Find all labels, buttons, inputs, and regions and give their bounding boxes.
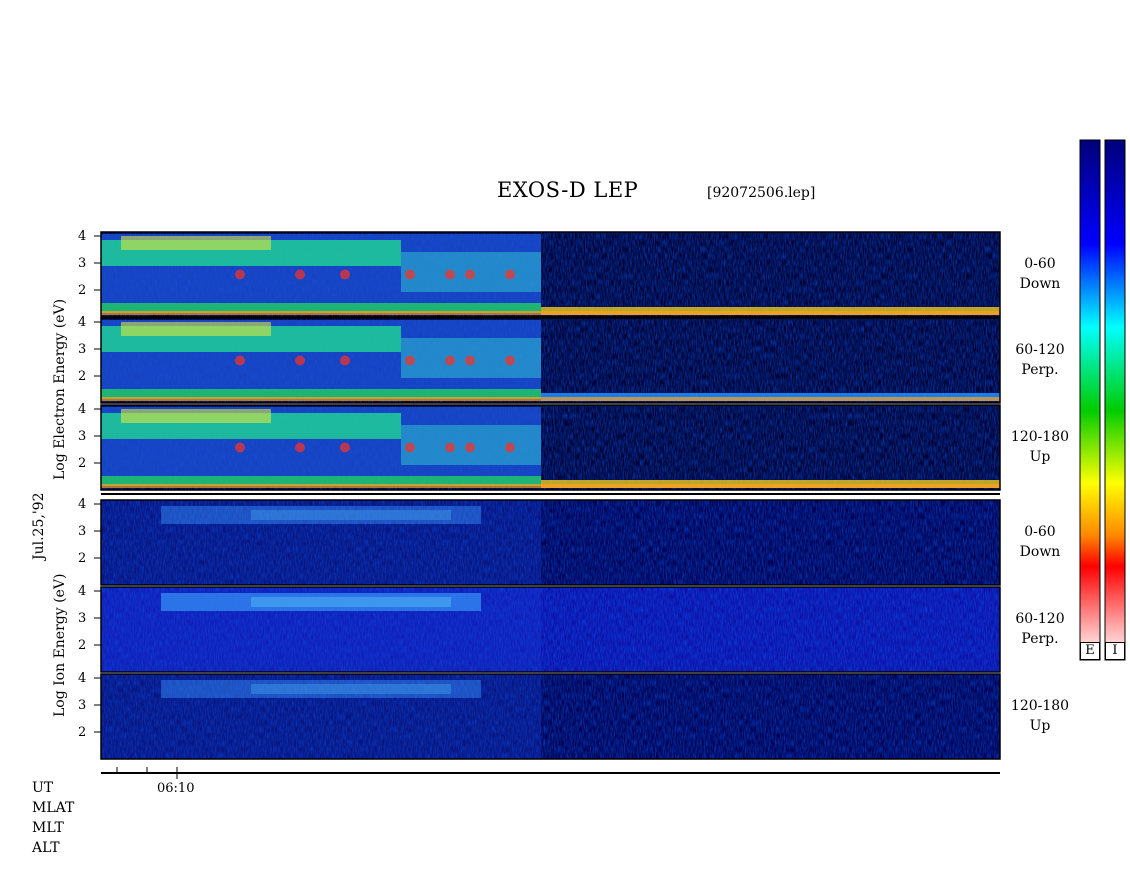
y-tick-label: 3 <box>78 342 87 357</box>
flux-band <box>101 397 1000 401</box>
flux-band <box>101 311 1000 315</box>
pitch-range: 60-120 <box>1015 611 1065 627</box>
flux-peak <box>405 355 415 366</box>
y-tick-label: 4 <box>78 229 87 244</box>
pitch-direction: Down <box>1019 544 1061 560</box>
row-label-alt: ALT <box>32 840 60 856</box>
y-tick-label: 4 <box>78 315 87 330</box>
y-tick-label: 4 <box>78 497 87 512</box>
flux-peak <box>235 442 245 453</box>
colorbar-label-i: I <box>1105 642 1125 660</box>
flux-peak <box>505 355 515 366</box>
y-tick-label: 4 <box>78 402 87 417</box>
pitch-range: 120-180 <box>1010 429 1070 445</box>
flux-peak <box>445 442 455 453</box>
pitch-direction: Up <box>1029 449 1051 465</box>
y-tick-label: 3 <box>78 611 87 626</box>
flux-peak <box>340 442 350 453</box>
colorbar-label-e: E <box>1080 642 1100 660</box>
flux-peak <box>405 269 415 280</box>
flux-peak <box>295 442 305 453</box>
flux-band <box>121 236 271 250</box>
pitch-range: 120-180 <box>1010 698 1070 714</box>
colorbar-ion <box>1104 139 1126 661</box>
row-label-ut: UT <box>32 780 54 796</box>
flux-band <box>101 484 1000 488</box>
flux-band <box>121 322 271 336</box>
row-label-mlt: MLT <box>32 820 64 836</box>
electron-ylabel: Log Electron Energy (eV) <box>52 298 68 480</box>
flux-peak <box>445 355 455 366</box>
flux-peak <box>505 442 515 453</box>
pitch-direction: Perp. <box>1021 631 1059 647</box>
pitch-label: 120-180 Up <box>1000 696 1080 736</box>
x-tick-label: 06:10 <box>157 781 195 796</box>
flux-band <box>101 674 541 759</box>
row-label-mlat: MLAT <box>32 800 75 816</box>
spectrogram-plot <box>94 139 1126 779</box>
flux-peak <box>235 355 245 366</box>
flux-band <box>101 587 541 672</box>
y-tick-label: 2 <box>78 725 87 740</box>
flux-peak <box>465 269 475 280</box>
flux-peak <box>235 269 245 280</box>
y-tick-label: 4 <box>78 584 87 599</box>
pitch-direction: Down <box>1019 276 1061 292</box>
flux-band <box>121 409 271 423</box>
y-tick-label: 3 <box>78 256 87 271</box>
colorbar-electron <box>1079 139 1101 661</box>
y-tick-label: 3 <box>78 698 87 713</box>
flux-peak <box>295 355 305 366</box>
ion-ylabel: Log Ion Energy (eV) <box>52 573 68 717</box>
y-tick-label: 3 <box>78 429 87 444</box>
y-tick-label: 2 <box>78 638 87 653</box>
flux-band <box>101 500 541 585</box>
pitch-range: 0-60 <box>1024 524 1056 540</box>
flux-peak <box>295 269 305 280</box>
pitch-label: 120-180 Up <box>1000 427 1080 467</box>
y-tick-label: 3 <box>78 524 87 539</box>
flux-peak <box>465 442 475 453</box>
pitch-label: 0-60 Down <box>1000 254 1080 294</box>
y-tick-label: 2 <box>78 369 87 384</box>
pitch-range: 0-60 <box>1024 256 1056 272</box>
date-label: Jul.25,'92 <box>31 492 47 560</box>
flux-peak <box>445 269 455 280</box>
y-tick-label: 4 <box>78 671 87 686</box>
flux-peak <box>340 269 350 280</box>
pitch-range: 60-120 <box>1015 342 1065 358</box>
y-tick-label: 2 <box>78 551 87 566</box>
flux-peak <box>465 355 475 366</box>
y-tick-label: 2 <box>78 456 87 471</box>
flux-peak <box>405 442 415 453</box>
pitch-label: 60-120 Perp. <box>1000 340 1080 380</box>
pitch-label: 60-120 Perp. <box>1000 609 1080 649</box>
pitch-label: 0-60 Down <box>1000 522 1080 562</box>
flux-peak <box>340 355 350 366</box>
pitch-direction: Up <box>1029 718 1051 734</box>
pitch-direction: Perp. <box>1021 362 1059 378</box>
flux-peak <box>505 269 515 280</box>
y-tick-label: 2 <box>78 283 87 298</box>
